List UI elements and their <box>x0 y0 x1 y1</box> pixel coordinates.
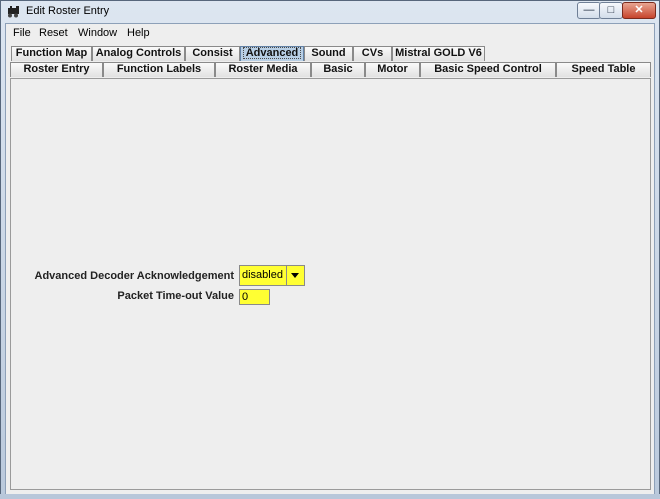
tab-analog-controls[interactable]: Analog Controls <box>92 46 185 61</box>
edit-roster-window: Edit Roster Entry — □ ✕ File Reset Windo… <box>0 0 660 499</box>
tab-label: Mistral GOLD V6 <box>395 47 482 59</box>
minimize-icon: — <box>583 4 595 16</box>
tab-label: CVs <box>361 47 384 59</box>
locomotive-icon <box>8 6 19 18</box>
tab-label: Advanced <box>242 47 302 59</box>
close-button[interactable]: ✕ <box>622 2 656 19</box>
tab-label: Sound <box>311 47 346 59</box>
minimize-button[interactable]: — <box>577 2 601 19</box>
tab-mistral-gold-v6[interactable]: Mistral GOLD V6 <box>392 46 485 61</box>
maximize-button[interactable]: □ <box>599 2 623 19</box>
menu-file[interactable]: File <box>13 27 31 39</box>
timeout-input[interactable] <box>239 289 270 305</box>
window-content: File Reset Window Help Function Map Anal… <box>5 23 655 495</box>
advanced-panel: Advanced Decoder Acknowledgement disable… <box>10 78 651 490</box>
window-title: Edit Roster Entry <box>26 5 110 17</box>
tab-roster-entry[interactable]: Roster Entry <box>10 62 103 77</box>
tab-label: Motor <box>377 63 408 75</box>
tab-label: Speed Table <box>571 63 636 75</box>
tab-speed-table[interactable]: Speed Table <box>556 62 651 77</box>
tab-label: Function Labels <box>116 63 202 75</box>
triangle-down-icon <box>291 273 299 278</box>
tab-function-labels[interactable]: Function Labels <box>103 62 215 77</box>
tab-label: Roster Media <box>228 63 298 75</box>
tab-motor[interactable]: Motor <box>365 62 420 77</box>
tab-basic[interactable]: Basic <box>311 62 365 77</box>
maximize-icon: □ <box>607 4 615 16</box>
ack-label: Advanced Decoder Acknowledgement <box>34 270 234 282</box>
dropdown-button[interactable] <box>286 266 304 285</box>
tab-label: Basic Speed Control <box>434 63 542 75</box>
tab-consist[interactable]: Consist <box>185 46 240 61</box>
tab-roster-media[interactable]: Roster Media <box>215 62 311 77</box>
tab-label: Function Map <box>15 47 88 59</box>
tab-cvs[interactable]: CVs <box>353 46 392 61</box>
tab-label: Consist <box>192 47 233 59</box>
taskbar-edge <box>0 494 660 499</box>
title-bar[interactable]: Edit Roster Entry — □ ✕ <box>1 1 659 23</box>
close-icon: ✕ <box>634 4 644 16</box>
ack-select-value: disabled <box>242 269 283 281</box>
tab-basic-speed-control[interactable]: Basic Speed Control <box>420 62 556 77</box>
tab-function-map[interactable]: Function Map <box>11 46 92 61</box>
tab-advanced[interactable]: Advanced <box>240 46 304 61</box>
menu-help[interactable]: Help <box>127 27 150 39</box>
timeout-label: Packet Time-out Value <box>117 290 234 302</box>
ack-select[interactable]: disabled <box>239 265 305 286</box>
tab-label: Analog Controls <box>95 47 182 59</box>
tab-sound[interactable]: Sound <box>304 46 353 61</box>
menu-window[interactable]: Window <box>78 27 117 39</box>
menu-reset[interactable]: Reset <box>39 27 68 39</box>
tab-label: Roster Entry <box>23 63 90 75</box>
tab-label: Basic <box>323 63 353 75</box>
menu-bar: File Reset Window Help <box>6 24 654 44</box>
